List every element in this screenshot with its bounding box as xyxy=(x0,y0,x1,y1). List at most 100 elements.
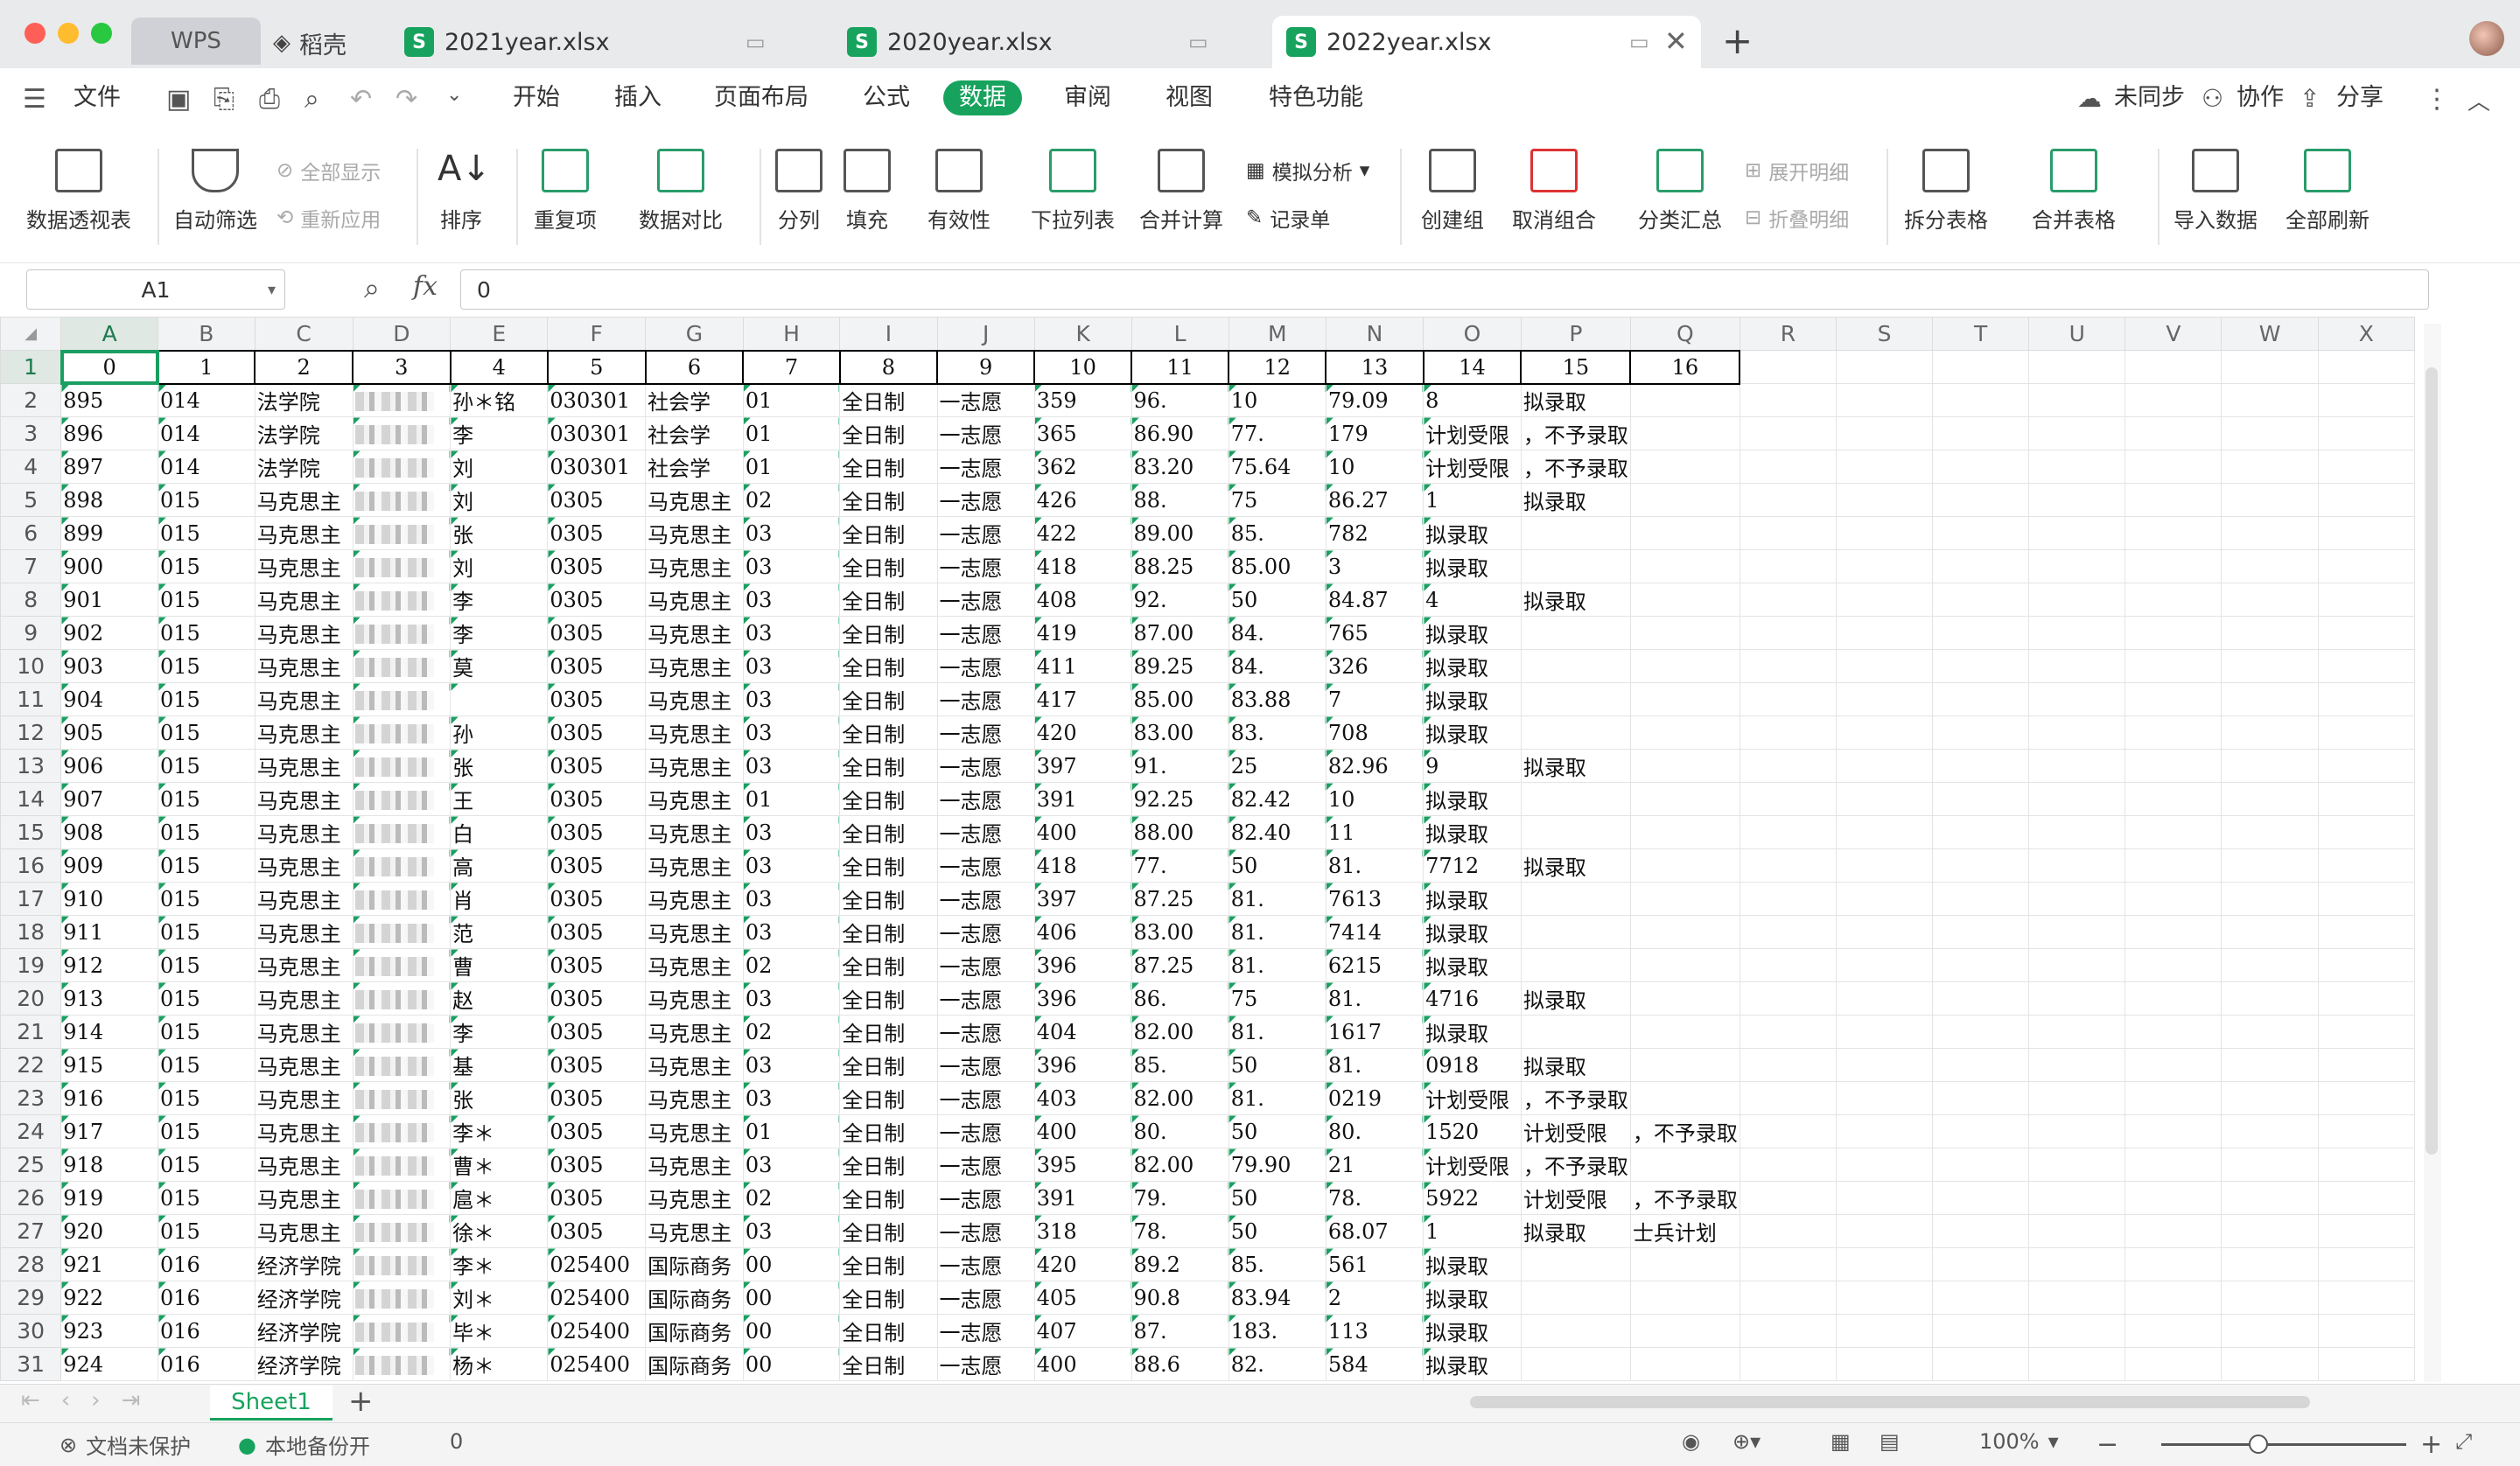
cell[interactable]: 马克思主 xyxy=(645,483,744,517)
cell[interactable]: 马克思主 xyxy=(645,682,744,716)
cell[interactable]: 405 xyxy=(1033,1281,1132,1315)
cell[interactable]: 马克思主 xyxy=(645,948,744,982)
cell[interactable] xyxy=(1932,1314,2030,1348)
cell[interactable]: 21 xyxy=(1325,1148,1424,1182)
cell[interactable] xyxy=(2124,1347,2222,1381)
cell[interactable]: 88.25 xyxy=(1130,549,1229,583)
cell[interactable] xyxy=(1835,1015,1934,1049)
cell[interactable]: 88.6 xyxy=(1130,1347,1229,1381)
cell[interactable]: 85.00 xyxy=(1228,549,1326,583)
cell[interactable]: 国际商务 xyxy=(645,1247,744,1281)
cell[interactable]: 计划受限 xyxy=(1423,1148,1522,1182)
cell[interactable]: 范 xyxy=(450,915,549,949)
cell[interactable]: 911 xyxy=(60,915,159,949)
cell[interactable] xyxy=(2124,848,2222,883)
cell[interactable]: 全日制 xyxy=(839,649,938,683)
cell[interactable]: 马克思主 xyxy=(645,649,744,683)
cell[interactable]: 3 xyxy=(352,349,452,385)
new-tab-icon[interactable]: + xyxy=(1722,19,1753,62)
cell[interactable]: 马克思主 xyxy=(254,1048,354,1082)
cell[interactable] xyxy=(2317,450,2415,484)
row-header[interactable]: 14 xyxy=(0,782,62,816)
collapse-ribbon-icon[interactable]: ︿ xyxy=(2468,84,2490,116)
cell[interactable] xyxy=(2124,815,2222,849)
cell[interactable] xyxy=(2317,416,2415,450)
cell[interactable]: 一志愿 xyxy=(936,1181,1035,1215)
cell[interactable] xyxy=(1932,416,2030,450)
cell[interactable] xyxy=(2317,948,2415,982)
cell[interactable]: 全日制 xyxy=(839,749,938,783)
cell[interactable] xyxy=(2221,516,2319,550)
cell[interactable]: 法学院 xyxy=(254,416,354,450)
cell[interactable]: 一志愿 xyxy=(936,815,1035,849)
cell[interactable] xyxy=(2028,416,2126,450)
cell[interactable] xyxy=(2124,1048,2222,1082)
cell[interactable]: 391 xyxy=(1033,782,1132,816)
cell[interactable]: 84.87 xyxy=(1325,583,1424,617)
cell[interactable] xyxy=(2124,383,2222,417)
cell[interactable]: 马克思主 xyxy=(645,1081,744,1115)
cell[interactable]: 908 xyxy=(60,815,159,849)
cell[interactable] xyxy=(1629,981,1740,1016)
cell[interactable]: 01 xyxy=(742,383,841,417)
cell[interactable]: 全日制 xyxy=(839,1347,938,1381)
chevron-down-icon[interactable]: ⌄ xyxy=(446,84,462,106)
cell[interactable] xyxy=(1835,1048,1934,1082)
cell[interactable]: 马克思主 xyxy=(645,583,744,617)
cell[interactable]: 01 xyxy=(742,416,841,450)
cell[interactable] xyxy=(1629,716,1740,750)
cell[interactable]: 曹 xyxy=(450,948,549,982)
cell[interactable]: 10 xyxy=(1325,450,1424,484)
cell[interactable] xyxy=(2028,782,2126,816)
cell[interactable]: 359 xyxy=(1033,383,1132,417)
cell[interactable]: 96. xyxy=(1130,383,1229,417)
cell[interactable] xyxy=(1739,882,1838,916)
cell[interactable] xyxy=(1739,1247,1838,1281)
cell[interactable]: 015 xyxy=(158,948,256,982)
cell[interactable]: 81. xyxy=(1228,915,1326,949)
cell[interactable] xyxy=(352,383,452,417)
cell[interactable] xyxy=(352,1081,452,1115)
column-header[interactable]: T xyxy=(1932,317,2030,351)
cell[interactable]: 0305 xyxy=(547,815,647,849)
column-header[interactable]: I xyxy=(839,317,938,351)
cell[interactable] xyxy=(2317,383,2415,417)
cell[interactable]: 经济学院 xyxy=(254,1314,354,1348)
cell[interactable] xyxy=(1835,416,1934,450)
cell[interactable]: 全日制 xyxy=(839,549,938,583)
cell[interactable]: 81. xyxy=(1228,1015,1326,1049)
cell[interactable] xyxy=(352,1148,452,1182)
cell[interactable]: 50 xyxy=(1228,848,1326,883)
cell[interactable]: 78. xyxy=(1325,1181,1424,1215)
cell[interactable]: 411 xyxy=(1033,649,1132,683)
normal-view-icon[interactable]: ▦ xyxy=(1830,1429,1851,1454)
cell[interactable]: 9 xyxy=(936,349,1036,385)
menu-page-layout[interactable]: 页面布局 xyxy=(714,80,808,115)
cell[interactable] xyxy=(2221,882,2319,916)
cell[interactable] xyxy=(2028,1181,2126,1215)
cell[interactable]: 400 xyxy=(1033,1114,1132,1148)
cell[interactable] xyxy=(352,848,452,883)
cell[interactable] xyxy=(1835,1081,1934,1115)
cell[interactable]: 5922 xyxy=(1423,1181,1522,1215)
cell[interactable] xyxy=(1739,649,1838,683)
cell[interactable] xyxy=(1520,1015,1631,1049)
cell[interactable]: 81. xyxy=(1325,848,1424,883)
column-header[interactable]: X xyxy=(2317,317,2415,351)
cell[interactable]: 030301 xyxy=(547,416,647,450)
column-header[interactable]: J xyxy=(936,317,1035,351)
cell[interactable] xyxy=(1835,1181,1934,1215)
cell[interactable] xyxy=(1739,383,1838,417)
cell[interactable]: 02 xyxy=(742,1015,841,1049)
cell[interactable]: 拟录取 xyxy=(1423,1347,1522,1381)
cell[interactable]: 92.25 xyxy=(1130,782,1229,816)
cell[interactable]: 1 xyxy=(157,349,256,385)
cell[interactable] xyxy=(1835,1281,1934,1315)
cell[interactable]: 87.25 xyxy=(1130,948,1229,982)
validity-button[interactable]: 有效性 xyxy=(928,149,990,234)
row-header[interactable]: 31 xyxy=(0,1347,62,1381)
cell[interactable]: 马克思主 xyxy=(645,848,744,883)
menu-data[interactable]: 数据 xyxy=(943,80,1022,115)
cell[interactable] xyxy=(2124,549,2222,583)
cell[interactable]: 0305 xyxy=(547,483,647,517)
